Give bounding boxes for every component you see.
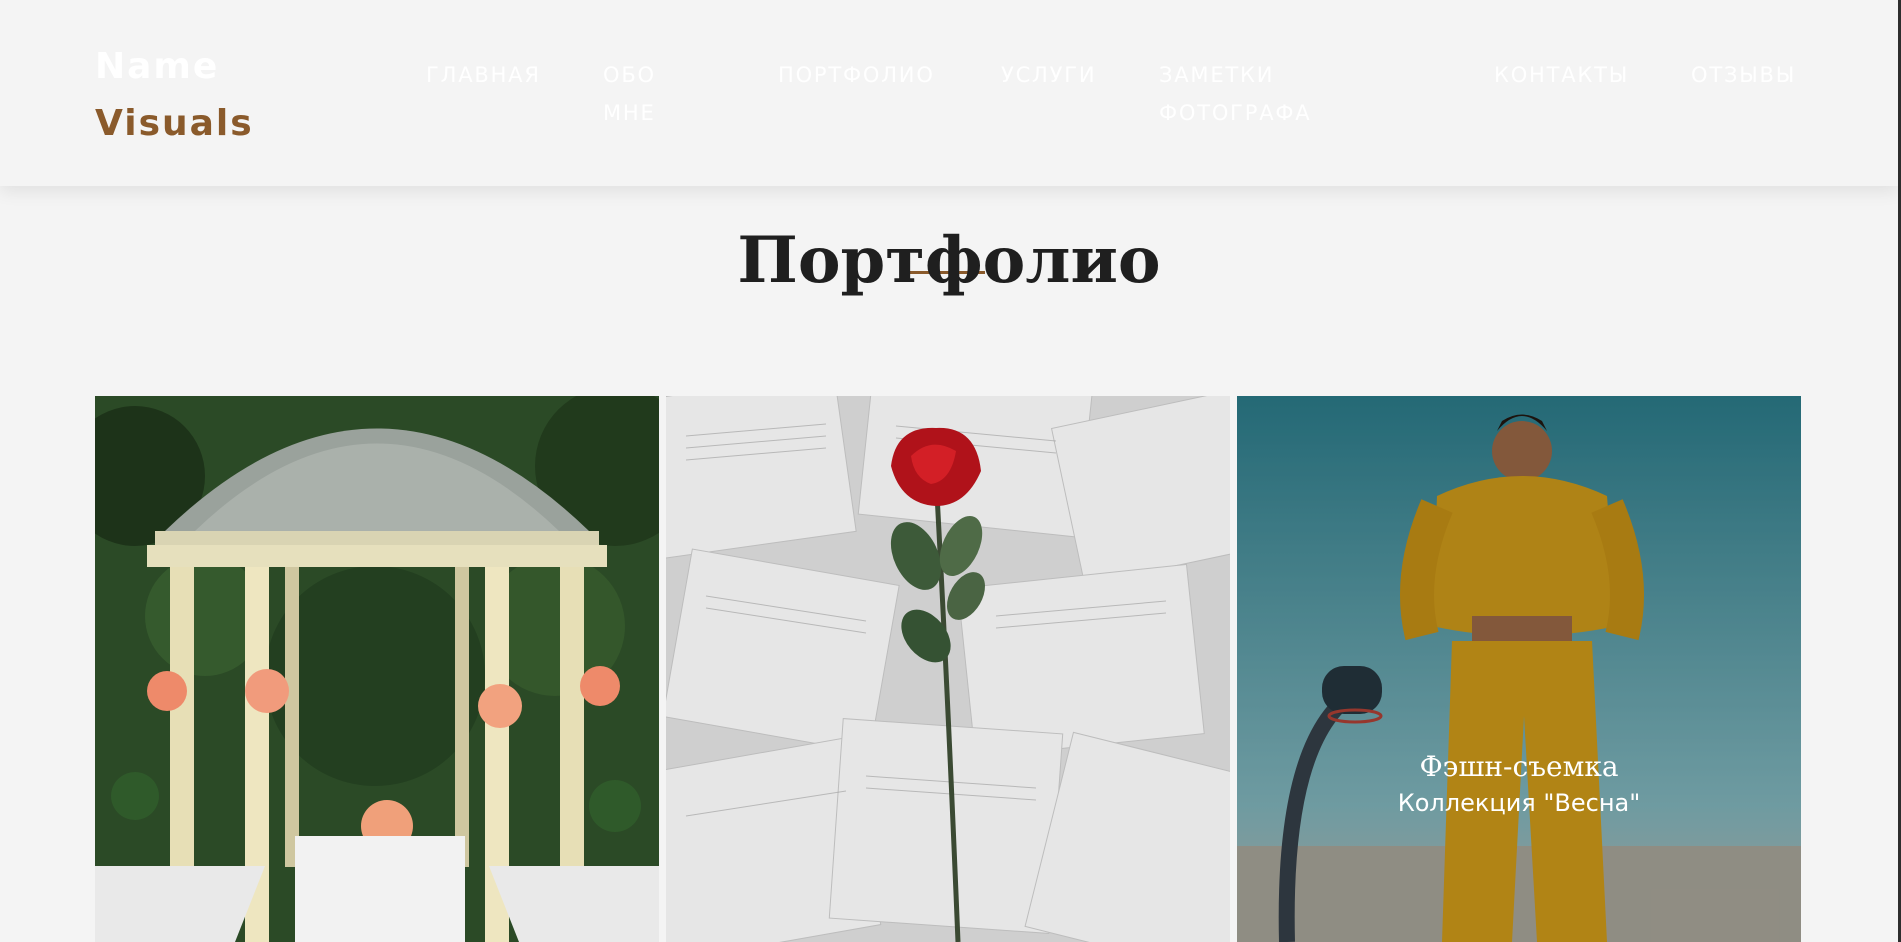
nav-item-reviews[interactable]: ОТЗЫВЫ (1691, 56, 1796, 94)
site-header: Name Visuals ГЛАВНАЯ ОБО МНЕ ПОРТФОЛИО У… (0, 0, 1898, 186)
portfolio-item-fashion[interactable]: Фэшн-съемка Коллекция "Весна" (1237, 396, 1801, 942)
logo-visuals-text: Visuals (95, 103, 254, 144)
nav-item-about-label-1: ОБО (603, 63, 656, 87)
logo-name-text: Name (95, 46, 220, 87)
wedding-gazebo-photo (95, 396, 659, 942)
site-logo[interactable]: Name Visuals (95, 38, 254, 152)
section-title: Портфолио (737, 223, 1161, 299)
portfolio-item-wedding[interactable] (95, 396, 659, 942)
page: Name Visuals ГЛАВНАЯ ОБО МНЕ ПОРТФОЛИО У… (0, 0, 1901, 942)
nav-item-notes-label-1: ЗАМЕТКИ (1159, 63, 1275, 87)
nav-item-about-label-2: МНЕ (603, 101, 656, 125)
nav-item-services-label: УСЛУГИ (1001, 63, 1097, 87)
portfolio-item-title: Фэшн-съемка (1419, 750, 1619, 783)
nav-item-home[interactable]: ГЛАВНАЯ (426, 56, 541, 94)
nav-item-reviews-label: ОТЗЫВЫ (1691, 63, 1797, 87)
nav-item-portfolio-label: ПОРТФОЛИО (778, 63, 935, 87)
nav-item-notes[interactable]: ЗАМЕТКИ ФОТОГРАФА (1159, 56, 1311, 132)
portfolio-item-caption: Фэшн-съемка Коллекция "Весна" (1237, 748, 1801, 820)
portfolio-item-rose[interactable] (666, 396, 1230, 942)
nav-item-notes-label-2: ФОТОГРАФА (1159, 101, 1312, 125)
nav-item-portfolio[interactable]: ПОРТФОЛИО (778, 56, 935, 94)
portfolio-gallery: Фэшн-съемка Коллекция "Весна" (95, 396, 1802, 942)
nav-item-home-label: ГЛАВНАЯ (426, 63, 541, 87)
nav-item-contacts[interactable]: КОНТАКТЫ (1494, 56, 1629, 94)
fashion-yellow-outfit-photo (1237, 396, 1801, 942)
portfolio-item-subtitle: Коллекция "Весна" (1397, 789, 1641, 817)
nav-item-about[interactable]: ОБО МНЕ (603, 56, 656, 132)
rose-on-book-pages-photo (666, 396, 1230, 942)
nav-item-services[interactable]: УСЛУГИ (1001, 56, 1096, 94)
nav-item-contacts-label: КОНТАКТЫ (1494, 63, 1630, 87)
